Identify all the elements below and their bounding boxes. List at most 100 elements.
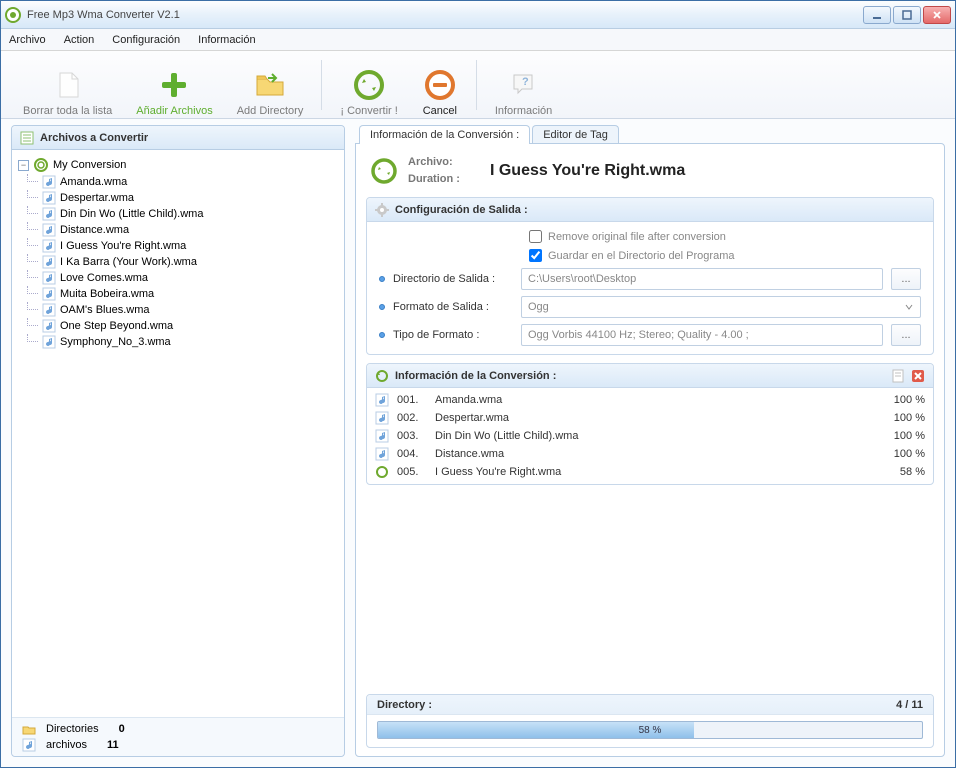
duration-label: Duration : [408,171,460,188]
menu-archivo[interactable]: Archivo [9,34,46,46]
row-name: I Guess You're Right.wma [435,466,857,478]
row-percent: 100 % [865,394,925,406]
row-index: 005. [397,466,427,478]
progress-header: Directory : 4 / 11 [367,695,933,715]
music-icon [42,303,56,317]
conversion-info-title: Información de la Conversión : [395,370,556,382]
cancel-button[interactable]: Cancel [410,53,470,117]
progress-box: Directory : 4 / 11 58 % [366,694,934,748]
tree-file[interactable]: One Step Beyond.wma [40,318,340,334]
add-files-button[interactable]: Añadir Archivos [124,53,224,117]
plus-icon [156,67,192,103]
svg-text:?: ? [522,76,529,88]
conversion-info-group: Información de la Conversión : 001.Amand… [366,363,934,485]
tree-file-label: Despertar.wma [60,192,134,204]
tree-file-label: Distance.wma [60,224,129,236]
browse-type-button[interactable]: ... [891,324,921,346]
browse-dir-button[interactable]: ... [891,268,921,290]
music-icon [42,239,56,253]
row-name: Despertar.wma [435,412,857,424]
files-panel-header: Archivos a Convertir [12,126,344,150]
app-window: Free Mp3 Wma Converter V2.1 Archivo Acti… [0,0,956,768]
tree-file-label: Love Comes.wma [60,272,148,284]
files-panel-footer: Directories 0 archivos 11 [12,717,344,756]
tree-file-label: One Step Beyond.wma [60,320,173,332]
menubar: Archivo Action Configuración Información [1,29,955,51]
close-button[interactable] [923,6,951,24]
row-name: Amanda.wma [435,394,857,406]
convert-label: ¡ Convertir ! [340,105,397,117]
tree-file[interactable]: Din Din Wo (Little Child).wma [40,206,340,222]
menu-informacion[interactable]: Información [198,34,255,46]
output-format-label: Formato de Salida : [393,301,513,313]
directories-label: Directories [46,723,99,735]
toolbar: Borrar toda la lista Añadir Archivos Add… [1,51,955,119]
music-icon [42,287,56,301]
music-icon [375,447,389,461]
music-icon [22,738,36,752]
tree-file[interactable]: I Guess You're Right.wma [40,238,340,254]
row-percent: 100 % [865,412,925,424]
row-index: 004. [397,448,427,460]
remove-original-row[interactable]: Remove original file after conversion [529,230,921,243]
maximize-button[interactable] [893,6,921,24]
progress-count: 4 / 11 [896,699,923,711]
window-title: Free Mp3 Wma Converter V2.1 [27,9,863,21]
conversion-list: 001.Amanda.wma100 %002.Despertar.wma100 … [367,388,933,484]
collapse-icon[interactable]: − [18,160,29,171]
row-name: Distance.wma [435,448,857,460]
tree-root-label: My Conversion [53,159,126,171]
tree-file[interactable]: OAM's Blues.wma [40,302,340,318]
row-index: 003. [397,430,427,442]
tree-file-label: I Ka Barra (Your Work).wma [60,256,197,268]
tab-tag-editor[interactable]: Editor de Tag [532,125,619,144]
tree-file[interactable]: Distance.wma [40,222,340,238]
refresh-icon [375,369,389,383]
info-button[interactable]: ? Información [483,53,564,117]
list-icon [20,131,34,145]
row-percent: 58 % [865,466,925,478]
tree-file[interactable]: Despertar.wma [40,190,340,206]
cancel-label: Cancel [423,105,457,117]
chevron-down-icon [904,302,914,312]
format-type-input[interactable]: Ogg Vorbis 44100 Hz; Stereo; Quality - 4… [521,324,883,346]
music-icon [42,271,56,285]
info-label: Información [495,105,552,117]
window-buttons [863,6,951,24]
row-index: 002. [397,412,427,424]
cancel-icon [422,67,458,103]
music-icon [375,429,389,443]
output-dir-row: Directorio de Salida : C:\Users\root\Des… [379,268,921,290]
output-dir-input[interactable]: C:\Users\root\Desktop [521,268,883,290]
music-icon [42,319,56,333]
clear-log-icon[interactable] [911,369,925,383]
tree-file[interactable]: Symphony_No_3.wma [40,334,340,350]
converting-icon [375,465,389,479]
add-directory-button[interactable]: Add Directory [225,53,316,117]
convert-button[interactable]: ¡ Convertir ! [328,53,409,117]
minimize-button[interactable] [863,6,891,24]
fileinfo-labels: Archivo: Duration : [408,154,460,187]
save-program-dir-row[interactable]: Guardar en el Directorio del Programa [529,249,921,262]
add-files-label: Añadir Archivos [136,105,212,117]
current-file-info: Archivo: Duration : I Guess You're Right… [366,152,934,189]
log-icon[interactable] [891,369,905,383]
tree-root[interactable]: − My Conversion [16,156,340,174]
clear-list-button[interactable]: Borrar toda la lista [11,53,124,117]
file-tree[interactable]: − My Conversion Amanda.wma Despertar.wma D… [12,150,344,717]
tree-file[interactable]: Love Comes.wma [40,270,340,286]
tabs: Información de la Conversión : Editor de… [359,125,945,144]
menu-action[interactable]: Action [64,34,95,46]
save-program-dir-checkbox[interactable] [529,249,542,262]
gear-icon [375,203,389,217]
tree-file[interactable]: Muita Bobeira.wma [40,286,340,302]
remove-original-checkbox[interactable] [529,230,542,243]
output-format-select[interactable]: Ogg [521,296,921,318]
bullet-icon [379,332,385,338]
menu-configuracion[interactable]: Configuración [112,34,180,46]
tab-conversion-info[interactable]: Información de la Conversión : [359,125,530,144]
tree-file[interactable]: Amanda.wma [40,174,340,190]
row-percent: 100 % [865,430,925,442]
music-icon [375,411,389,425]
tree-file[interactable]: I Ka Barra (Your Work).wma [40,254,340,270]
